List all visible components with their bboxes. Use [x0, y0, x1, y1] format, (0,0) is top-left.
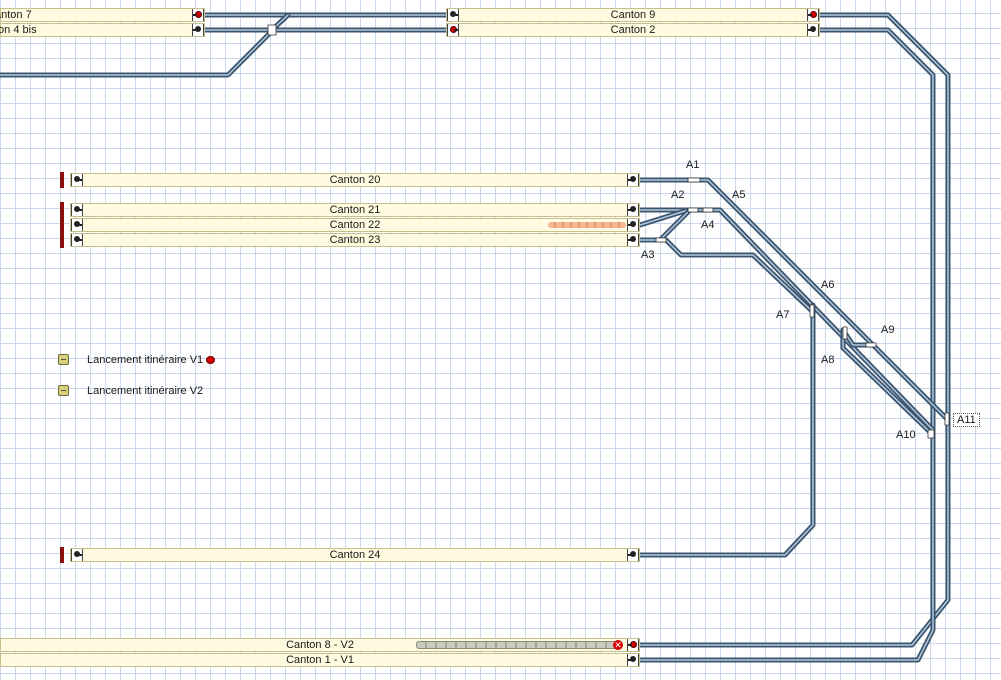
canton-23[interactable]: Canton 23	[70, 233, 640, 247]
route-v2-label[interactable]: Lancement itinéraire V2	[87, 385, 203, 397]
switch-marker[interactable]	[687, 207, 699, 213]
switch-a7[interactable]: A7	[776, 309, 789, 321]
track-segment	[639, 14, 949, 646]
canton-24[interactable]: Canton 24	[70, 548, 640, 562]
switch-a5[interactable]: A5	[732, 189, 745, 201]
canton-label: Canton 2	[610, 24, 656, 36]
canton-label: Canton 21	[329, 204, 381, 216]
route-launch-icon[interactable]	[58, 385, 69, 396]
switch-a2[interactable]: A2	[671, 189, 684, 201]
canton-label: Canton 9	[610, 9, 656, 21]
switch-a11[interactable]: A11	[953, 413, 980, 427]
switch-a9[interactable]: A9	[881, 324, 894, 336]
train-icon	[548, 222, 626, 228]
switch-marker[interactable]	[702, 207, 714, 213]
switch-a3[interactable]: A3	[641, 249, 654, 261]
track-segment	[639, 29, 934, 661]
signal-dot-icon[interactable]	[807, 24, 819, 36]
canton-9[interactable]: Canton 9	[446, 8, 820, 22]
canton-label: anton 7	[0, 9, 32, 21]
signal-dot-icon[interactable]	[627, 654, 639, 666]
canton-4-bis[interactable]: ton 4 bis	[0, 23, 205, 37]
switch-marker[interactable]	[944, 412, 950, 426]
canton-1-v1[interactable]: Canton 1 - V1	[0, 653, 640, 667]
canton-20[interactable]: Canton 20	[70, 173, 640, 187]
close-icon[interactable]: ✕	[613, 640, 623, 650]
switch-a4[interactable]: A4	[701, 219, 714, 231]
buffer-stop-icon	[60, 172, 64, 188]
switch-a8[interactable]: A8	[821, 354, 834, 366]
switch-a6[interactable]: A6	[821, 279, 834, 291]
canton-label: Canton 1 - V1	[286, 654, 354, 666]
track-segment	[637, 12, 951, 648]
canton-label: Canton 24	[329, 549, 381, 561]
signal-dot-icon[interactable]	[627, 549, 639, 561]
switch-marker[interactable]	[655, 237, 667, 243]
signal-dot-icon[interactable]	[627, 639, 639, 651]
buffer-stop-icon	[60, 202, 64, 248]
canton-label: Canton 23	[329, 234, 381, 246]
switch-marker[interactable]	[842, 326, 848, 340]
buffer-stop-icon	[60, 547, 64, 563]
signal-dot-icon	[206, 356, 215, 364]
switch-a10[interactable]: A10	[896, 429, 916, 441]
switch-a1[interactable]: A1	[686, 159, 699, 171]
canton-label: ton 4 bis	[0, 24, 37, 36]
canton-label: Canton 20	[329, 174, 381, 186]
signal-dot-icon[interactable]	[192, 24, 204, 36]
route-launch-icon[interactable]	[58, 354, 69, 365]
switch-marker[interactable]	[267, 24, 277, 36]
track-layer	[0, 12, 951, 663]
signal-dot-icon[interactable]	[627, 204, 639, 216]
switch-marker[interactable]	[865, 342, 877, 348]
switch-marker[interactable]	[809, 304, 815, 318]
signal-dot-icon[interactable]	[627, 219, 639, 231]
switch-marker[interactable]	[687, 177, 701, 183]
canton-2[interactable]: Canton 2	[446, 23, 820, 37]
train-icon	[416, 641, 618, 649]
signal-dot-icon[interactable]	[627, 234, 639, 246]
signal-dot-icon[interactable]	[627, 174, 639, 186]
track-segment	[637, 302, 816, 558]
canton-21[interactable]: Canton 21	[70, 203, 640, 217]
signal-dot-icon[interactable]	[807, 9, 819, 21]
switch-marker[interactable]	[927, 429, 935, 439]
canton-7[interactable]: anton 7	[0, 8, 205, 22]
route-v1-label[interactable]: Lancement itinéraire V1	[87, 354, 203, 366]
track-segment	[639, 304, 814, 556]
track-segment	[637, 27, 936, 663]
signal-dot-icon[interactable]	[192, 9, 204, 21]
